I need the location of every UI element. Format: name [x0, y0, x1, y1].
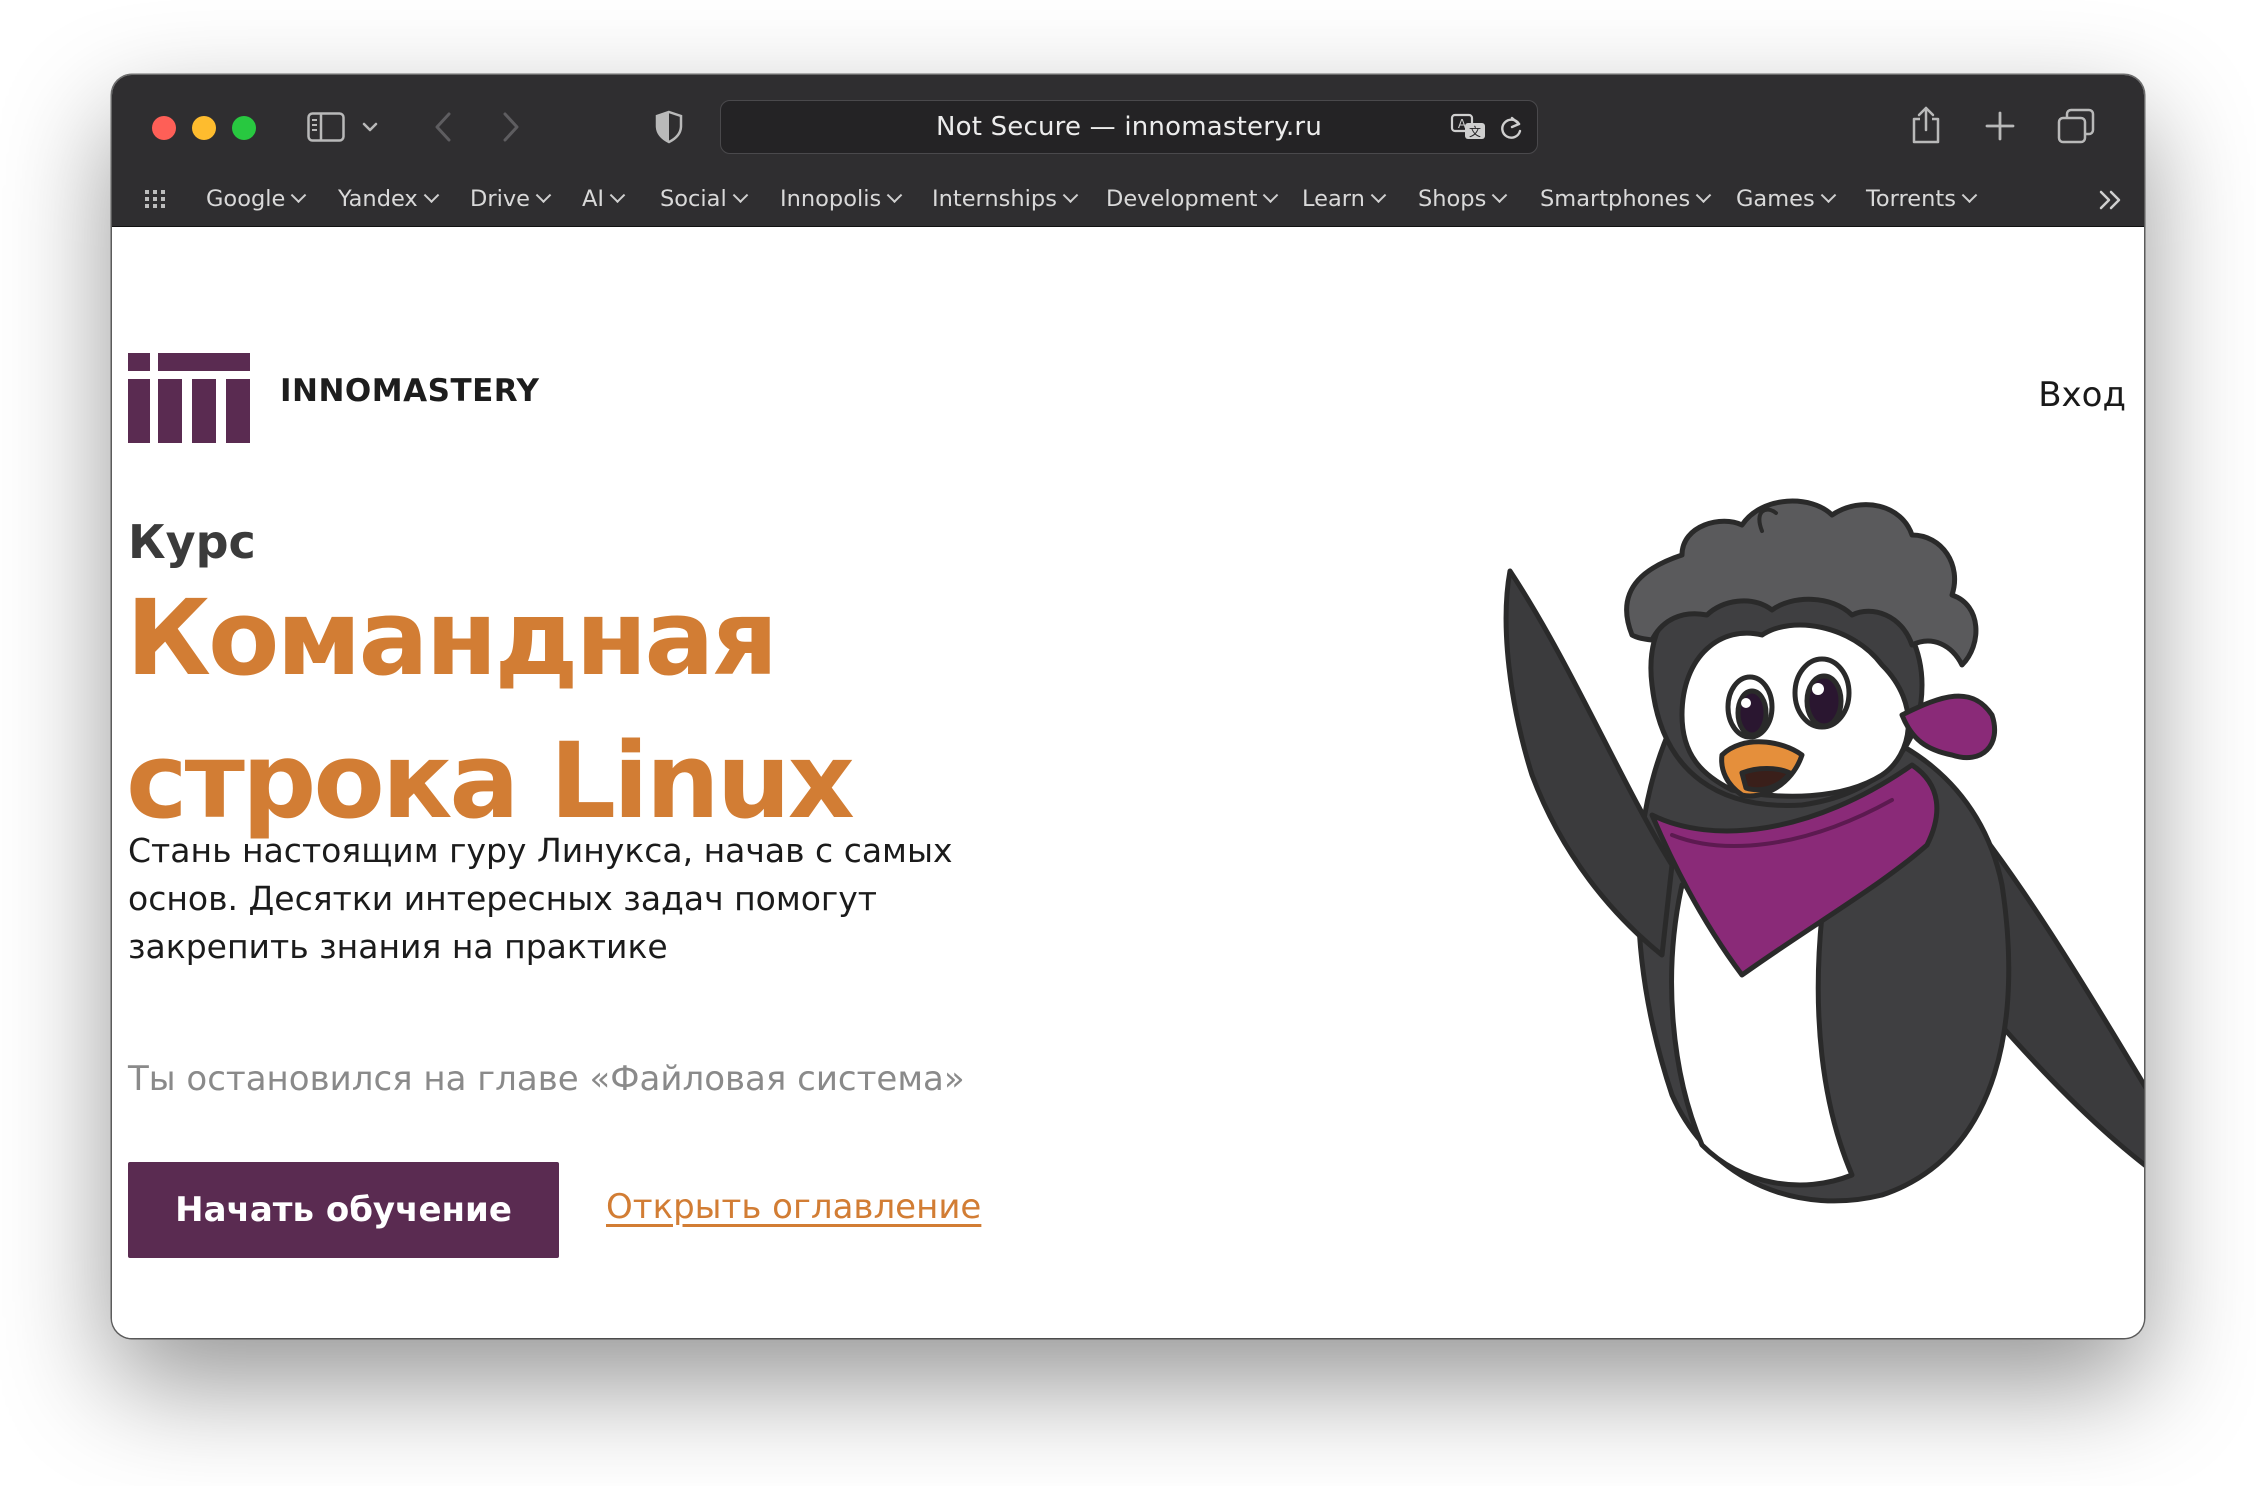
bookmark-folder[interactable]: Learn: [1302, 172, 1387, 226]
bookmark-label: Drive: [470, 186, 530, 212]
penguin-mascot-illustration: [1503, 498, 2144, 1204]
chevron-down-icon: [1263, 186, 1279, 203]
chevron-down-icon[interactable]: [360, 115, 380, 139]
resume-progress-text: Ты остановился на главе «Файловая систем…: [128, 1059, 965, 1099]
brand-name[interactable]: INNOMASTERY: [280, 373, 539, 409]
browser-window: Not Secure — innomastery.ru A文 Google Ya…: [112, 75, 2144, 1338]
bookmark-label: Yandex: [338, 186, 418, 212]
bookmark-label: Development: [1106, 186, 1258, 212]
chevron-down-icon: [1370, 186, 1387, 203]
bookmark-folder[interactable]: Drive: [470, 172, 552, 226]
forward-arrow-icon[interactable]: [498, 107, 524, 147]
chevron-down-icon: [1062, 186, 1079, 203]
sidebar-icon[interactable]: [305, 109, 347, 145]
bookmark-folder[interactable]: Yandex: [338, 172, 440, 226]
bookmark-folder[interactable]: Smartphones: [1540, 172, 1712, 226]
bookmark-folder[interactable]: Torrents: [1866, 172, 1978, 226]
bookmark-label: Learn: [1302, 186, 1365, 212]
minimize-window-button[interactable]: [192, 116, 216, 140]
bookmark-label: Internships: [932, 186, 1057, 212]
back-arrow-icon[interactable]: [430, 107, 456, 147]
chevron-down-icon: [423, 186, 440, 203]
svg-text:文: 文: [1469, 124, 1481, 139]
chevron-down-icon: [1492, 186, 1508, 203]
bookmark-label: Torrents: [1866, 186, 1956, 212]
bookmark-folder[interactable]: Innopolis: [780, 172, 903, 226]
screenshot-stage: Not Secure — innomastery.ru A文 Google Ya…: [0, 0, 2256, 1486]
chevron-down-icon: [1695, 186, 1712, 203]
bookmark-folder[interactable]: Social: [660, 172, 748, 226]
course-description: Стань настоящим гуру Линукса, начав с са…: [128, 831, 953, 966]
bookmark-label: AI: [582, 186, 605, 212]
zoom-window-button[interactable]: [232, 116, 256, 140]
bookmarks-bar: Google Yandex Drive AI Social Innopolis …: [112, 172, 2144, 226]
reload-icon[interactable]: [1497, 113, 1525, 143]
course-kicker: Курс: [128, 515, 256, 569]
bookmark-folder[interactable]: Google: [206, 172, 307, 226]
grid-icon[interactable]: [142, 186, 172, 212]
bookmark-label: Games: [1736, 186, 1815, 212]
chevron-down-icon: [291, 186, 307, 203]
chevron-down-icon: [609, 186, 626, 203]
plus-icon[interactable]: [1984, 109, 2016, 143]
course-title: Командная строка Linux: [126, 567, 1026, 853]
innomastery-logo[interactable]: [128, 353, 250, 443]
bookmark-label: Social: [660, 186, 727, 212]
double-chevron-icon[interactable]: [2096, 187, 2126, 213]
chevron-down-icon: [535, 186, 552, 203]
share-icon[interactable]: [1908, 103, 1944, 147]
bookmark-folder[interactable]: AI: [582, 172, 626, 226]
bookmark-folder[interactable]: Shops: [1418, 172, 1508, 226]
address-bar[interactable]: Not Secure — innomastery.ru A文: [720, 100, 1538, 154]
url-text: Not Secure — innomastery.ru: [935, 112, 1323, 142]
bookmark-label: Google: [206, 186, 286, 212]
bookmark-label: Innopolis: [780, 186, 882, 212]
chevron-down-icon: [1961, 186, 1978, 203]
bookmark-label: Smartphones: [1540, 186, 1691, 212]
browser-toolbar: Not Secure — innomastery.ru A文 Google Ya…: [112, 75, 2144, 227]
bookmark-label: Shops: [1418, 186, 1487, 212]
bookmark-folder[interactable]: Development: [1106, 172, 1279, 226]
bookmark-folder[interactable]: Games: [1736, 172, 1836, 226]
web-page: INNOMASTERY Вход Курс Командная строка L…: [112, 227, 2144, 1338]
course-title-line: Командная: [126, 577, 778, 699]
login-link[interactable]: Вход: [2038, 375, 2126, 415]
chevron-down-icon: [732, 186, 748, 203]
start-learning-button[interactable]: Начать обучение: [128, 1162, 559, 1258]
open-contents-link[interactable]: Открыть оглавление: [606, 1187, 981, 1227]
chevron-down-icon: [886, 186, 903, 203]
shield-icon[interactable]: [652, 109, 686, 145]
translate-icon[interactable]: A文: [1449, 111, 1489, 143]
tabs-overview-icon[interactable]: [2056, 107, 2096, 145]
close-window-button[interactable]: [152, 116, 176, 140]
bookmark-folder[interactable]: Internships: [932, 172, 1079, 226]
chevron-down-icon: [1820, 186, 1836, 203]
